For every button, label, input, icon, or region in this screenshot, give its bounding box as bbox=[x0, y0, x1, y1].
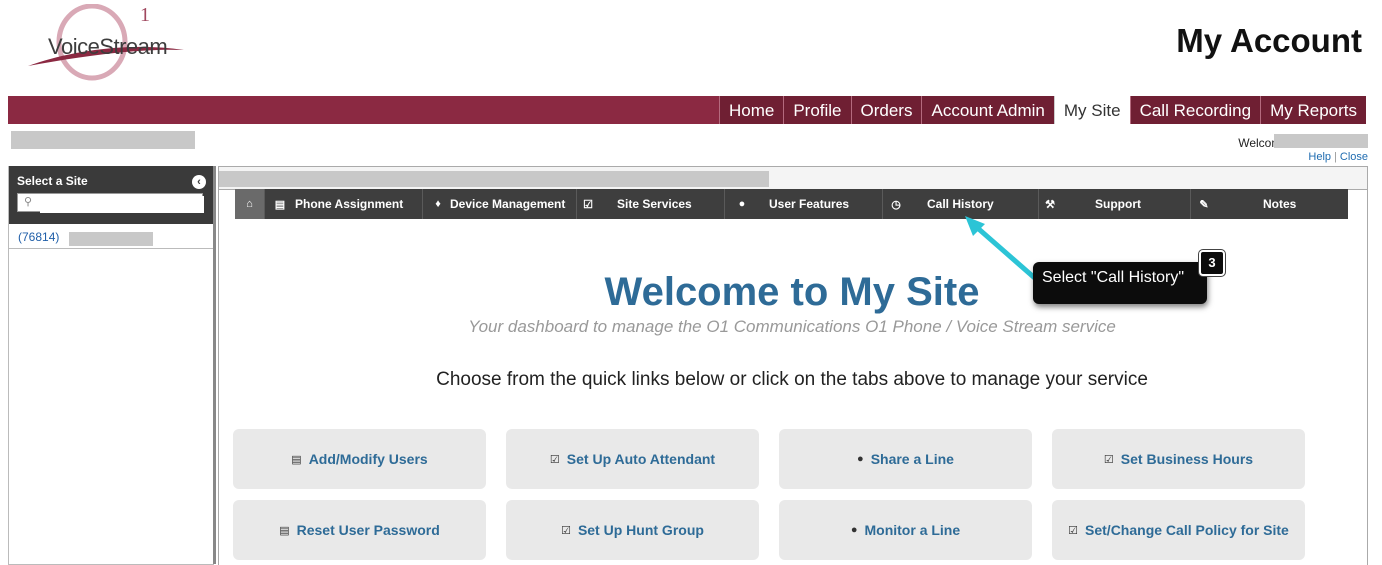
pencil-icon: ✎ bbox=[1199, 198, 1209, 211]
bell-icon: ♦ bbox=[435, 198, 441, 210]
nav-tab-my-reports[interactable]: My Reports bbox=[1260, 96, 1366, 124]
subnav-tab-label: Device Management bbox=[450, 197, 566, 211]
subnav-tab-user-features[interactable]: ● User Features bbox=[725, 189, 883, 219]
edit-icon: ☑ bbox=[549, 453, 560, 466]
collapse-sidebar-icon[interactable]: ‹ bbox=[192, 175, 206, 189]
edit-icon: ☑ bbox=[583, 198, 593, 211]
subnav-tab-support[interactable]: ⚒ Support bbox=[1039, 189, 1191, 219]
nav-tab-home[interactable]: Home bbox=[718, 96, 784, 124]
step-number-badge: 3 bbox=[1199, 250, 1225, 276]
nav-tab-account-admin[interactable]: Account Admin bbox=[921, 96, 1054, 124]
home-icon: ⌂ bbox=[246, 198, 253, 210]
redacted-site-name bbox=[69, 232, 153, 246]
nav-tab-orders[interactable]: Orders bbox=[850, 96, 922, 124]
subnav-home-tab[interactable]: ⌂ bbox=[235, 189, 265, 219]
quick-link-label: Set/Change Call Policy for Site bbox=[1085, 521, 1289, 538]
welcome-subtitle: Your dashboard to manage the O1 Communic… bbox=[468, 317, 1116, 336]
quick-link-label: Share a Line bbox=[870, 450, 954, 467]
edit-icon: ☑ bbox=[1103, 453, 1114, 466]
subnav-tab-label: User Features bbox=[769, 197, 850, 211]
search-icon: ⚲ bbox=[24, 196, 33, 208]
quick-link-reset-password[interactable]: ▤ Reset User Password bbox=[233, 500, 486, 560]
redacted-user-name bbox=[1274, 134, 1368, 148]
subnav-tab-phone-assignment[interactable]: ▤ Phone Assignment bbox=[265, 189, 423, 219]
subnav-tab-notes[interactable]: ✎ Notes bbox=[1191, 189, 1348, 219]
help-links: Help | Close bbox=[1308, 151, 1368, 163]
quick-link-label: Set Up Hunt Group bbox=[577, 521, 704, 538]
callout-text: Select "Call History" bbox=[1042, 269, 1185, 286]
quick-link-monitor-a-line[interactable]: ● Monitor a Line bbox=[779, 500, 1032, 560]
sidebar-header: Select a Site ‹ ⚲ bbox=[9, 166, 213, 224]
site-sidebar: Select a Site ‹ ⚲ (76814) bbox=[8, 166, 214, 565]
list-icon: ▤ bbox=[274, 198, 286, 211]
quick-link-label: Set Business Hours bbox=[1120, 450, 1254, 467]
subnav-tab-site-services[interactable]: ☑ Site Services bbox=[577, 189, 725, 219]
edit-icon: ☑ bbox=[1068, 524, 1079, 537]
site-list-item[interactable]: (76814) bbox=[9, 228, 213, 249]
quick-link-business-hours[interactable]: ☑ Set Business Hours bbox=[1052, 429, 1305, 489]
help-link[interactable]: Help bbox=[1308, 151, 1331, 163]
quick-link-call-policy[interactable]: ☑ Set/Change Call Policy for Site bbox=[1052, 500, 1305, 560]
quick-link-share-a-line[interactable]: ● Share a Line bbox=[779, 429, 1032, 489]
sidebar-title: Select a Site bbox=[17, 174, 88, 188]
logo-superscript: 1 bbox=[140, 4, 150, 26]
subnav-tab-device-management[interactable]: ♦ Device Management bbox=[423, 189, 577, 219]
site-subnav: ⌂ ▤ Phone Assignment ♦ Device Management… bbox=[235, 189, 1348, 219]
site-header-strip bbox=[219, 167, 1367, 190]
subnav-tab-label: Call History bbox=[927, 197, 994, 211]
link-separator: | bbox=[1334, 151, 1337, 163]
quick-link-label: Reset User Password bbox=[296, 521, 440, 538]
wrench-icon: ⚒ bbox=[1045, 198, 1055, 211]
quick-link-hunt-group[interactable]: ☑ Set Up Hunt Group bbox=[506, 500, 759, 560]
instruction-text: Choose from the quick links below or cli… bbox=[436, 369, 1148, 390]
quick-link-label: Add/Modify Users bbox=[308, 450, 428, 467]
nav-tab-my-site[interactable]: My Site bbox=[1053, 96, 1130, 124]
subnav-tab-label: Phone Assignment bbox=[295, 197, 404, 211]
nav-tab-call-recording[interactable]: Call Recording bbox=[1129, 96, 1261, 124]
top-nav-tabs: Home Profile Orders Account Admin My Sit… bbox=[718, 96, 1366, 124]
panel-divider[interactable] bbox=[213, 166, 216, 564]
quick-link-label: Monitor a Line bbox=[864, 521, 961, 538]
quick-link-add-modify-users[interactable]: ▤ Add/Modify Users bbox=[233, 429, 486, 489]
nav-tab-profile[interactable]: Profile bbox=[783, 96, 851, 124]
subnav-tab-label: Notes bbox=[1263, 197, 1297, 211]
list-icon: ▤ bbox=[291, 453, 302, 466]
voicestream-logo: VoiceStream 1 bbox=[22, 3, 192, 88]
page-title: My Account bbox=[1176, 22, 1362, 59]
tutorial-callout: Select "Call History" bbox=[1033, 262, 1207, 304]
subnav-tab-label: Site Services bbox=[617, 197, 692, 211]
edit-icon: ☑ bbox=[561, 524, 571, 537]
clock-icon: ◷ bbox=[891, 198, 901, 211]
quick-link-auto-attendant[interactable]: ☑ Set Up Auto Attendant bbox=[506, 429, 759, 489]
quick-link-label: Set Up Auto Attendant bbox=[566, 450, 716, 467]
subnav-tab-label: Support bbox=[1095, 197, 1141, 211]
user-icon: ● bbox=[850, 524, 858, 536]
close-link[interactable]: Close bbox=[1340, 151, 1368, 163]
site-id: (76814) bbox=[18, 230, 60, 244]
site-search-input[interactable] bbox=[40, 195, 204, 213]
redacted-site-header bbox=[219, 171, 769, 187]
site-search-box: ⚲ bbox=[17, 193, 204, 213]
redacted-account-name bbox=[11, 131, 195, 149]
user-icon: ● bbox=[738, 198, 746, 210]
user-icon: ● bbox=[857, 453, 864, 465]
list-icon: ▤ bbox=[279, 524, 290, 537]
logo-text: VoiceStream bbox=[48, 34, 168, 59]
top-nav-bar: Home Profile Orders Account Admin My Sit… bbox=[8, 96, 1366, 124]
